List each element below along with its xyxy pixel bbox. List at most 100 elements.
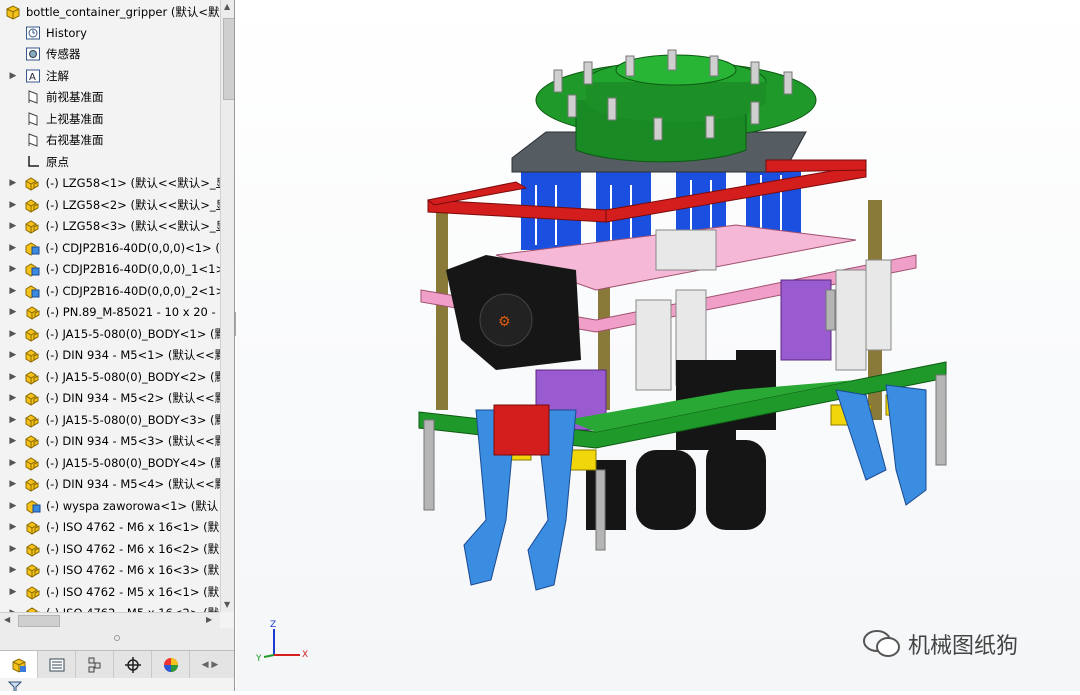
tree-item-label: 前视基准面 [46,90,104,104]
tree-item[interactable]: ▶ (-) DIN 934 - M5<4> (默认<<默 [0,474,220,495]
part-icon [24,304,41,321]
tree-item[interactable]: 前视基准面 [0,87,220,108]
tree-item[interactable]: ▶ (-) ISO 4762 - M5 x 16<1> (默 [0,581,220,602]
tree-item[interactable]: History [0,22,220,43]
expand-arrow-icon[interactable]: ▶ [8,522,18,532]
part-icon [24,562,41,579]
tree-item[interactable]: ▶ (-) LZG58<1> (默认<<默认>_显 [0,173,220,194]
scroll-right-icon[interactable]: ▶ [206,615,212,624]
tree-item[interactable]: ▶ (-) CDJP2B16-40D(0,0,0)_2<1> [0,280,220,301]
part-icon [24,433,41,450]
scroll-up-icon[interactable]: ▲ [224,2,230,11]
part-icon [24,347,41,364]
display-manager-tab[interactable] [152,651,190,679]
expand-arrow-icon[interactable]: ▶ [8,436,18,446]
expand-arrow-icon[interactable]: ▶ [8,307,18,317]
expand-arrow-icon[interactable]: ▶ [8,264,18,274]
expand-arrow-icon[interactable]: ▶ [8,372,18,382]
expand-arrow-icon[interactable]: ▶ [8,243,17,253]
assembly-icon [23,239,40,256]
tree-item[interactable]: ▶ (-) ISO 4762 - M6 x 16<2> (默 [0,538,220,559]
feature-manager-tab[interactable] [0,651,38,679]
assembly-root-icon [4,3,21,20]
tree-item[interactable]: ▶ A 注解 [0,65,220,86]
tree-item-label: (-) JA15-5-080(0)_BODY<3> (默 [45,412,220,427]
tree-item-label: (-) ISO 4762 - M6 x 16<2> (默 [46,541,220,556]
tab-scroll-buttons[interactable]: ◀ ▶ [190,651,230,679]
vertical-scroll-thumb[interactable] [223,18,234,100]
axis-triad-icon: Z X Y [255,620,308,664]
tree-item[interactable]: ▶ (-) CDJP2B16-40D(0,0,0)_1<1> [0,259,220,280]
plane-icon [24,110,41,127]
property-manager-tab[interactable] [38,651,76,679]
tree-item[interactable]: 上视基准面 [0,108,220,129]
part-icon [24,454,41,471]
tree-item[interactable]: ▶ (-) CDJP2B16-40D(0,0,0)<1> (默 [0,237,220,258]
panel-splitter[interactable] [0,628,234,650]
expand-arrow-icon[interactable]: ▶ [8,415,18,425]
tree-item-label: (-) DIN 934 - M5<2> (默认<<默 [45,391,220,405]
axis-x-label: X [302,650,308,660]
tree-item-label: (-) JA15-5-080(0)_BODY<4> (默 [45,455,220,470]
tree-item[interactable]: 右视基准面 [0,130,220,151]
tree-item[interactable]: ▶ (-) LZG58<2> (默认<<默认>_显 [0,194,220,215]
expand-arrow-icon[interactable]: ▶ [8,286,18,296]
splitter-grip-icon[interactable] [114,635,120,641]
expand-arrow-icon[interactable]: ▶ [8,458,18,468]
tree-item[interactable]: ▶ (-) ISO 4762 - M6 x 16<1> (默 [0,517,220,538]
tree-item[interactable]: ▶ (-) DIN 934 - M5<2> (默认<<默 [0,388,220,409]
expand-arrow-icon[interactable]: ▶ [8,565,18,575]
svg-text:⚙: ⚙ [498,314,511,330]
tree-item[interactable]: ▶ (-) LZG58<3> (默认<<默认>_显 [0,216,220,237]
tree-root-label: bottle_container_gripper (默认<默认 [26,4,220,19]
part-icon [24,540,41,557]
tree-item[interactable]: ▶ (-) ISO 4762 - M6 x 16<3> (默 [0,560,220,581]
sensor-icon [24,46,41,63]
configuration-manager-tab[interactable] [76,651,114,679]
tree-item-label: (-) JA15-5-080(0)_BODY<2> (默 [45,369,220,384]
tree-item[interactable]: ▶(-) ISO 4762 - M5 x 16<2> (默 [0,603,220,612]
tree-item[interactable]: ▶ (-) DIN 934 - M5<3> (默认<<默 [0,431,220,452]
origin-icon [24,153,41,170]
horizontal-scroll-thumb[interactable] [18,615,60,627]
expand-arrow-icon[interactable]: ▶ [8,587,18,597]
tree-item[interactable]: ▶ (-) JA15-5-080(0)_BODY<2> (默 [0,366,220,387]
watermark-text: 机械图纸狗 [908,634,1019,659]
tree-item[interactable]: ▶ (-) JA15-5-080(0)_BODY<4> (默 [0,452,220,473]
tree-item[interactable]: 原点 [0,151,220,172]
expand-arrow-icon[interactable]: ▶ [8,221,18,231]
wechat-logo-icon [863,630,900,657]
expand-arrow-icon[interactable]: ▶ [8,393,18,403]
expand-arrow-icon[interactable]: ▶ [8,71,18,81]
tree-item-label: (-) LZG58<3> (默认<<默认>_显 [45,219,220,233]
tree-item[interactable]: ▶ (-) PN.89_M-85021 - 10 x 20 - [0,302,220,323]
scroll-left-icon[interactable]: ◀ [4,615,10,624]
tree-root-assembly[interactable]: bottle_container_gripper (默认<默认 [0,1,220,22]
expand-arrow-icon[interactable]: ▶ [8,178,18,188]
tree-item-label: (-) CDJP2B16-40D(0,0,0)_1<1> [45,262,220,276]
feature-tree-list[interactable]: bottle_container_gripper (默认<默认 History 传感… [0,0,220,612]
tree-item[interactable]: ▶ (-) JA15-5-080(0)_BODY<1> (默 [0,323,220,344]
expand-arrow-icon[interactable]: ▶ [8,479,18,489]
property-manager-icon [49,658,64,672]
expand-arrow-icon[interactable]: ▶ [8,544,18,554]
expand-arrow-icon[interactable]: ▶ [8,501,18,511]
expand-arrow-icon[interactable]: ▶ [8,200,18,210]
scroll-down-icon[interactable]: ▼ [224,600,230,609]
expand-arrow-icon[interactable]: ▶ [8,350,18,360]
tree-item[interactable]: ▶ (-) JA15-5-080(0)_BODY<3> (默 [0,409,220,430]
tree-item-label: 上视基准面 [46,111,104,126]
tree-vertical-scrollbar[interactable]: ▲ ▼ [220,0,234,612]
graphics-viewport[interactable]: ⚙ Z X Y 机械图纸狗 [236,0,1080,691]
filter-bar[interactable] [0,678,234,691]
red-jaw-block [493,404,550,456]
tree-item[interactable]: ▶ (-) wyspa zaworowa<1> (默认 [0,495,220,516]
tree-item[interactable]: 传感器 [0,44,220,65]
assembly-icon [24,497,41,514]
tree-horizontal-scrollbar[interactable]: ◀ ▶ [0,612,220,628]
expand-arrow-icon[interactable]: ▶ [8,329,18,339]
part-icon [24,175,41,192]
tree-item-label: 传感器 [46,47,81,61]
tree-item[interactable]: ▶ (-) DIN 934 - M5<1> (默认<<默 [0,345,220,366]
dimxpert-tab[interactable] [114,651,152,679]
